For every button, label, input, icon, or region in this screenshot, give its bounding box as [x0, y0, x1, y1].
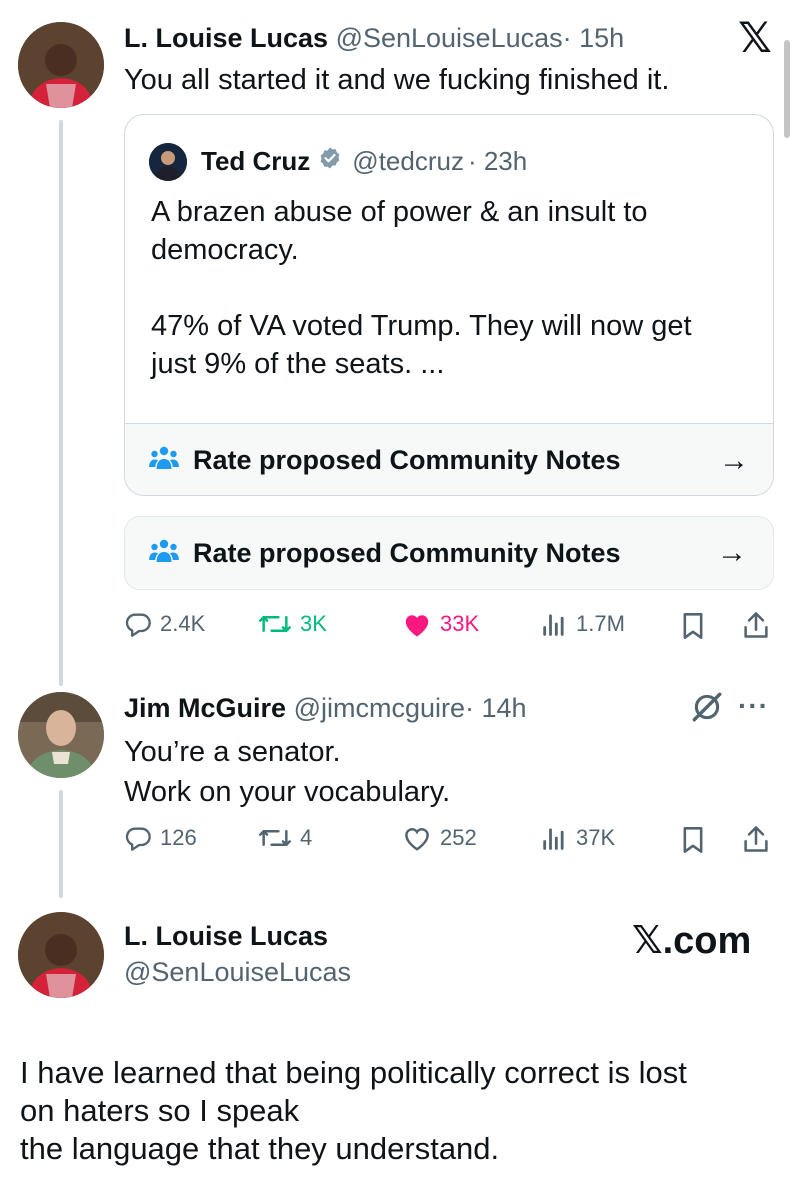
avatar-jim-mcguire[interactable] — [18, 692, 104, 778]
author-handle[interactable]: @jimcmcguire — [294, 693, 465, 723]
bookmark-button[interactable] — [680, 826, 706, 854]
bookmark-icon — [683, 827, 703, 853]
community-notes-icon — [149, 445, 179, 476]
verified-badge-icon — [318, 145, 342, 177]
quote-author-name: Ted Cruz — [201, 146, 311, 176]
community-notes-bar[interactable]: Rate proposed Community Notes → — [125, 423, 773, 495]
tweet-time[interactable]: · 15h — [563, 23, 625, 53]
like-button[interactable]: 252 — [402, 824, 477, 852]
like-button[interactable]: 33K — [402, 610, 479, 638]
heart-icon — [405, 828, 429, 851]
more-options-button[interactable]: ··· — [738, 690, 769, 722]
quote-text-line: democracy. — [151, 234, 299, 266]
share-icon — [744, 612, 768, 638]
author-name[interactable]: L. Louise Lucas — [124, 23, 328, 53]
community-notes-bar[interactable]: Rate proposed Community Notes → — [124, 516, 774, 590]
quote-text-line: A brazen abuse of power & an insult to — [151, 196, 648, 228]
community-notes-label: Rate proposed Community Notes — [193, 537, 621, 568]
like-count: 33K — [440, 611, 480, 636]
author-handle[interactable]: @SenLouiseLucas — [124, 956, 351, 988]
x-com-watermark: 𝕏.com — [632, 920, 752, 962]
views-button[interactable]: 37K — [540, 824, 615, 852]
reply-count: 2.4K — [160, 611, 206, 636]
author-name[interactable]: Jim McGuire — [124, 693, 286, 723]
scrollbar[interactable] — [784, 40, 790, 138]
tweet-time[interactable]: · 14h — [465, 693, 527, 723]
quote-text: A brazen abuse of power & an insult to d… — [151, 193, 692, 383]
repost-icon — [259, 829, 291, 847]
grok-icon[interactable] — [690, 690, 724, 729]
avatar-louise-lucas[interactable] — [18, 22, 104, 108]
post-text: I have learned that being politically co… — [20, 1054, 687, 1168]
repost-count: 4 — [300, 825, 313, 850]
community-notes-label: Rate proposed Community Notes — [193, 445, 621, 475]
community-notes-icon — [149, 538, 179, 569]
bookmark-icon — [683, 613, 703, 639]
tweet-header: L. Louise Lucas @SenLouiseLucas· 15h — [124, 22, 624, 54]
tweet-text: You’re a senator. Work on your vocabular… — [124, 732, 450, 812]
post-text-line: I have learned that being politically co… — [20, 1055, 687, 1090]
avatar-image — [18, 692, 104, 778]
x-logo: 𝕏 — [738, 14, 772, 61]
repost-button[interactable]: 4 — [258, 824, 312, 852]
quote-author-handle: @tedcruz — [352, 146, 464, 176]
bookmark-button[interactable] — [680, 612, 706, 640]
share-button[interactable] — [742, 824, 770, 854]
quote-header: Ted Cruz @tedcruz · 23h — [201, 145, 527, 177]
heart-filled-icon — [405, 615, 429, 637]
reply-count: 126 — [160, 825, 197, 850]
tweet-text-line: You’re a senator. — [124, 736, 341, 768]
arrow-right-icon: → — [719, 443, 749, 477]
thread-line — [59, 790, 63, 898]
analytics-icon — [543, 614, 564, 636]
author-name[interactable]: L. Louise Lucas — [124, 920, 328, 952]
repost-count: 3K — [300, 611, 327, 636]
repost-button[interactable]: 3K — [258, 610, 327, 638]
share-button[interactable] — [742, 610, 770, 640]
tweet-text: You all started it and we fucking finish… — [124, 64, 670, 96]
avatar-image — [18, 22, 104, 108]
like-count: 252 — [440, 825, 477, 850]
reply-button[interactable]: 2.4K — [124, 610, 205, 638]
post-text-line: on haters so I speak — [20, 1093, 300, 1128]
tweet-header: Jim McGuire @jimcmcguire· 14h — [124, 692, 527, 724]
reply-button[interactable]: 126 — [124, 824, 197, 852]
avatar-ted-cruz — [149, 143, 187, 181]
views-count: 37K — [576, 825, 616, 850]
reply-icon — [125, 827, 151, 851]
repost-icon — [259, 615, 291, 633]
quote-tweet[interactable]: Ted Cruz @tedcruz · 23h A brazen abuse of… — [124, 114, 774, 496]
views-count: 1.7M — [576, 611, 625, 636]
reply-icon — [125, 613, 151, 637]
quote-text-line: 47% of VA voted Trump. They will now get — [151, 310, 692, 342]
quote-time: · 23h — [467, 146, 528, 176]
post-text-line: the language that they understand. — [20, 1131, 500, 1166]
views-button[interactable]: 1.7M — [540, 610, 625, 638]
author-handle[interactable]: @SenLouiseLucas — [336, 23, 563, 53]
avatar-image — [18, 912, 104, 998]
quote-text-line: just 9% of the seats. ... — [151, 348, 445, 380]
share-icon — [744, 826, 768, 852]
avatar-louise-lucas[interactable] — [18, 912, 104, 998]
thread-line — [59, 120, 63, 686]
analytics-icon — [543, 828, 564, 850]
avatar-image — [149, 143, 187, 181]
arrow-right-icon: → — [717, 536, 747, 569]
tweet-text-line: Work on your vocabulary. — [124, 776, 451, 808]
